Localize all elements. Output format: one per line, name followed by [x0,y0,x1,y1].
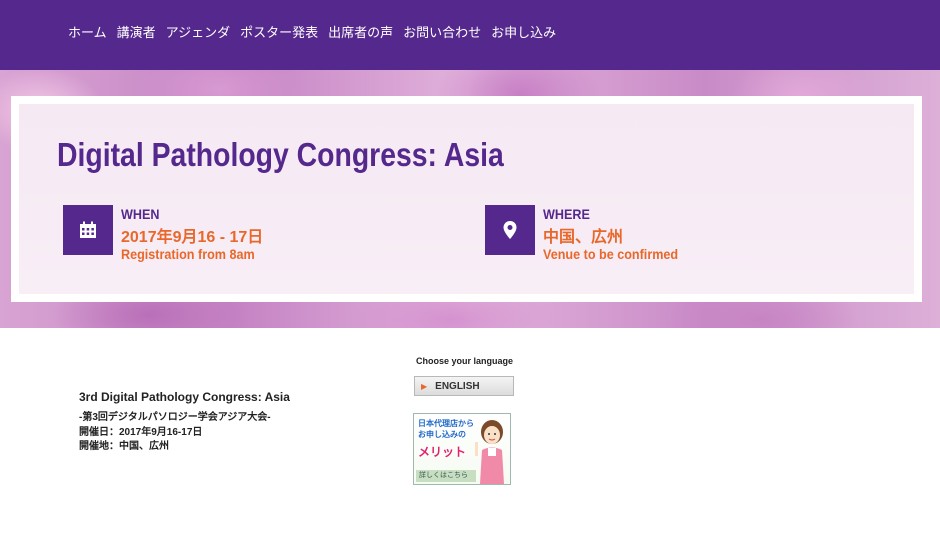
nav-item-home[interactable]: ホーム [68,22,107,41]
calendar-icon [63,205,113,255]
conference-date: 開催日：2017年9月16-17日 [79,427,203,438]
english-language-button[interactable]: ▶ ENGLISH [414,376,514,396]
where-label: WHERE [543,206,590,222]
hero-card: Digital Pathology Congress: Asia WHEN 20… [11,96,922,302]
conference-name: 3rd Digital Pathology Congress: Asia [79,390,290,404]
page-title: Digital Pathology Congress: Asia [57,136,504,173]
arrow-right-icon: ▶ [421,381,428,391]
woman-illustration-icon [475,420,504,484]
hero-inner: Digital Pathology Congress: Asia WHEN 20… [19,104,914,294]
english-button-label: ENGLISH [435,380,480,392]
nav-item-testimonials[interactable]: 出席者の声 [328,22,393,41]
nav-item-register[interactable]: お申し込み [491,22,556,41]
agent-benefits-banner[interactable]: 日本代理店から お申し込みの メリット 詳しくはこちら [413,413,511,485]
banner-line-3: メリット [418,445,467,459]
banner-line-1: 日本代理店から [418,419,474,428]
banner-line-2: お申し込みの [418,430,466,439]
when-label: WHEN [121,206,160,222]
nav-item-contact[interactable]: お問い合わせ [403,22,481,41]
registration-time: Registration from 8am [121,246,255,262]
nav-item-speakers[interactable]: 講演者 [117,22,156,41]
nav-menu: ホーム 講演者 アジェンダ ポスター発表 出席者の声 お問い合わせ お申し込み [68,22,566,41]
banner-more-link: 詳しくはこちら [416,470,476,482]
map-pin-icon [485,205,535,255]
nav-item-agenda[interactable]: アジェンダ [166,22,230,41]
event-date: 2017年9月16 - 17日 [121,229,264,246]
venue-note: Venue to be confirmed [543,246,679,262]
event-location: 中国、広州 [543,229,624,246]
conference-japanese-name: -第3回デジタルパソロジー学会アジア大会- [79,412,271,423]
top-navigation: ホーム 講演者 アジェンダ ポスター発表 出席者の声 お問い合わせ お申し込み [0,0,940,70]
nav-item-posters[interactable]: ポスター発表 [240,22,318,41]
conference-venue: 開催地：中国、広州 [79,441,169,452]
language-prompt: Choose your language [416,356,514,366]
